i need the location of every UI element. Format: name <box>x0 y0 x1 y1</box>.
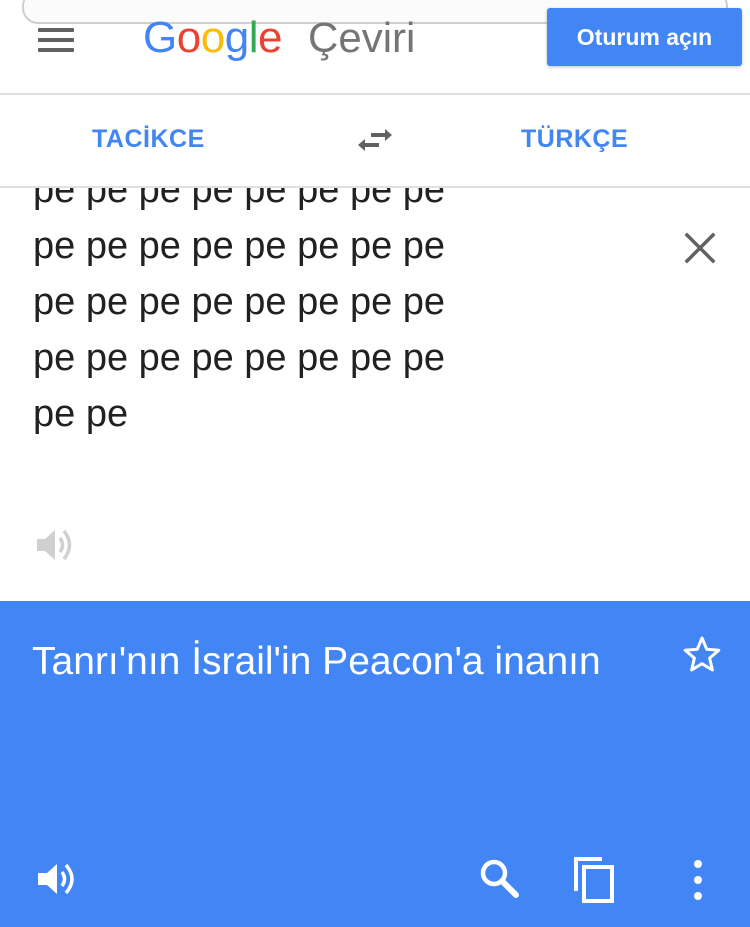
sign-in-button[interactable]: Oturum açın <box>547 8 742 66</box>
translation-result-card: Tanrı'nın İsrail'in Peacon'a inanın <box>0 601 750 927</box>
logo-letter: o <box>200 13 225 62</box>
source-text-area[interactable]: pe pe pe pe pe pe pe pe pe pe pe pe pe p… <box>0 188 750 601</box>
logo-letter: G <box>143 13 177 62</box>
speaker-icon[interactable] <box>35 526 77 564</box>
star-icon[interactable] <box>682 635 722 673</box>
logo-letter: g <box>224 13 249 62</box>
close-icon[interactable] <box>683 231 717 265</box>
google-logo: Google <box>143 12 282 64</box>
copy-icon[interactable] <box>572 855 618 905</box>
search-icon[interactable] <box>478 857 520 899</box>
more-vert-icon[interactable] <box>688 859 708 901</box>
swap-arrows-icon[interactable] <box>355 125 395 159</box>
product-name: Çeviri <box>308 14 416 61</box>
logo-letter: e <box>257 13 282 62</box>
app-header: Google Çeviri Oturum açın <box>0 0 750 95</box>
speaker-icon[interactable] <box>36 859 80 899</box>
menu-icon[interactable] <box>38 26 76 52</box>
target-language-selector[interactable]: TÜRKÇE <box>521 125 628 154</box>
source-text[interactable]: pe pe pe pe pe pe pe pe pe pe pe pe pe p… <box>33 188 553 442</box>
language-bar: TACİKCE TÜRKÇE <box>0 95 750 188</box>
logo-letter: o <box>176 13 201 62</box>
logo-letter: l <box>248 13 259 62</box>
translation-text: Tanrı'nın İsrail'in Peacon'a inanın <box>32 640 601 683</box>
source-language-selector[interactable]: TACİKCE <box>92 125 205 154</box>
